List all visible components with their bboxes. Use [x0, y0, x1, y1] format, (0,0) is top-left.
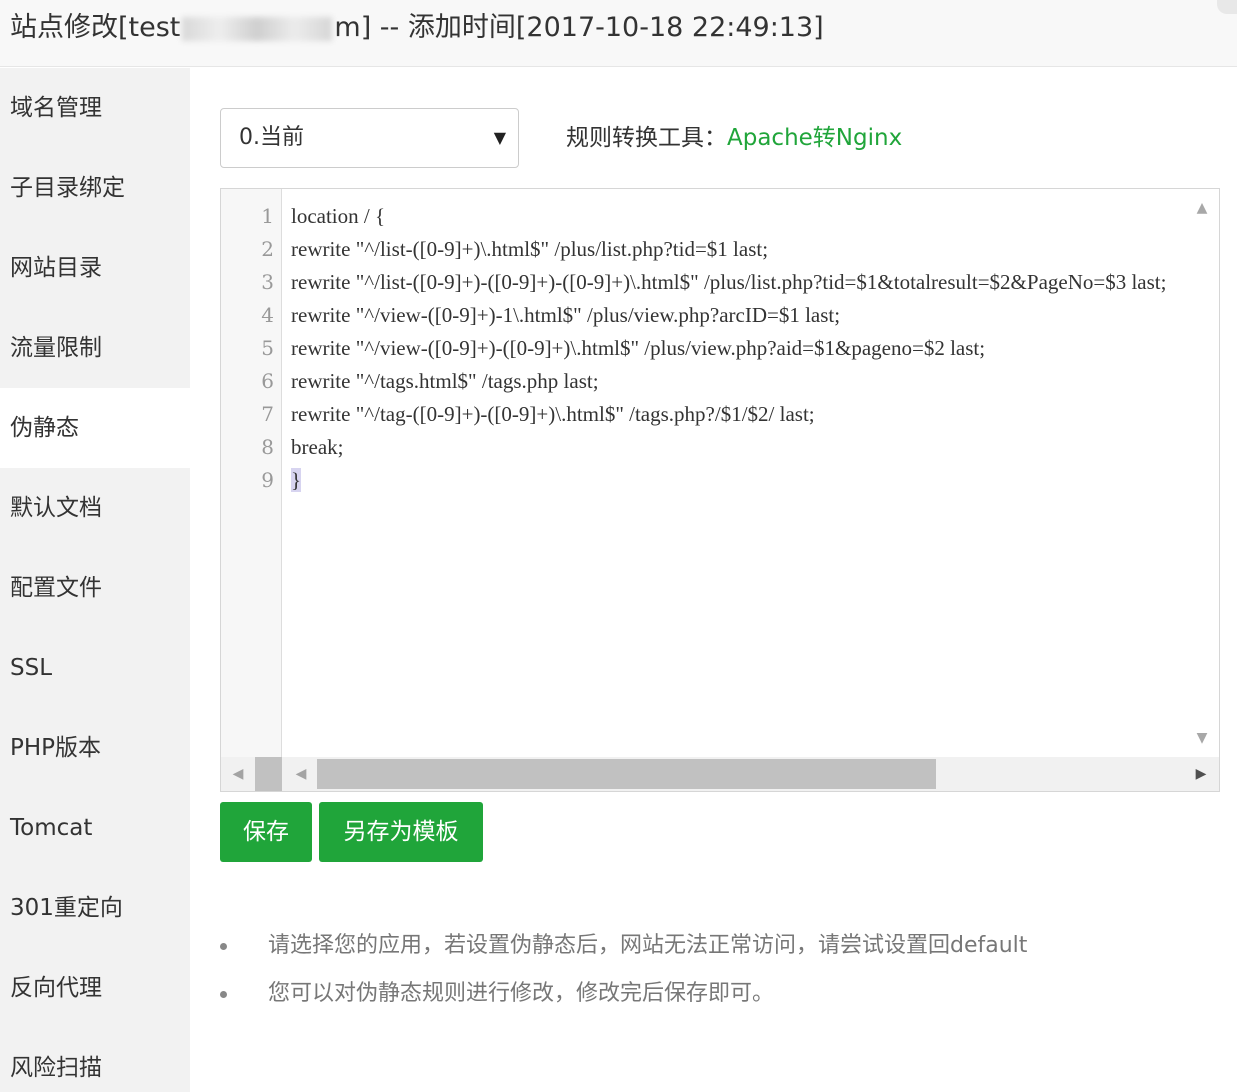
horizontal-scrollbar[interactable]: ◀ ◀ ▶	[221, 757, 1219, 791]
sidebar-item-tomcat[interactable]: Tomcat	[0, 788, 190, 868]
line-number: 9	[261, 468, 274, 492]
line-number: 2	[261, 237, 274, 261]
bullet-icon	[220, 943, 227, 950]
sidebar-item-rewrite[interactable]: 伪静态	[0, 388, 190, 468]
sidebar-item-subdir-binding[interactable]: 子目录绑定	[0, 148, 190, 228]
line-number: 4	[261, 303, 274, 327]
sidebar-item-risk-scan[interactable]: 风险扫描	[0, 1028, 190, 1092]
matched-brace: }	[291, 468, 302, 492]
code-line[interactable]: break;	[291, 431, 1186, 464]
help-note-text: 请选择您的应用，若设置伪静态后，网站无法正常访问，请尝试设置回default	[268, 933, 1028, 958]
main-panel: 0.当前 ▼ 规则转换工具：Apache转Nginx 1 2 3 4 5 6 7…	[190, 68, 1237, 1092]
code-content[interactable]: location / { rewrite "^/list-([0-9]+)\.h…	[291, 200, 1186, 755]
close-corner[interactable]	[1217, 0, 1237, 14]
help-note-text: 您可以对伪静态规则进行修改，修改完后保存即可。	[268, 981, 775, 1006]
help-note: 请选择您的应用，若设置伪静态后，网站无法正常访问，请尝试设置回default	[220, 930, 1220, 978]
sidebar-item-ssl[interactable]: SSL	[0, 628, 190, 708]
window-title-suffix: m] -- 添加时间[2017-10-18 22:49:13]	[334, 12, 824, 43]
code-line[interactable]: rewrite "^/tags.html$" /tags.php last;	[291, 365, 1186, 398]
save-as-template-button[interactable]: 另存为模板	[319, 802, 483, 862]
code-line[interactable]: rewrite "^/list-([0-9]+)-([0-9]+)-([0-9]…	[291, 266, 1186, 299]
window-title: 站点修改[test m] -- 添加时间[2017-10-18 22:49:13]	[0, 0, 1237, 67]
scroll-up-icon[interactable]: ▲	[1185, 193, 1219, 223]
scroll-down-icon[interactable]: ▼	[1185, 723, 1219, 753]
caret-down-icon: ▼	[493, 128, 506, 147]
line-number: 1	[261, 204, 274, 228]
line-number: 6	[261, 369, 274, 393]
scroll-right-icon[interactable]: ▶	[1187, 757, 1215, 791]
bullet-icon	[220, 991, 227, 998]
help-note: 您可以对伪静态规则进行修改，修改完后保存即可。	[220, 978, 1220, 1026]
sidebar-item-redirect-301[interactable]: 301重定向	[0, 868, 190, 948]
line-number: 5	[261, 336, 274, 360]
help-notes: 请选择您的应用，若设置伪静态后，网站无法正常访问，请尝试设置回default 您…	[220, 930, 1220, 1026]
apache-to-nginx-link[interactable]: Apache转Nginx	[727, 125, 902, 151]
line-number: 8	[261, 435, 274, 459]
gutter-scroll-thumb[interactable]	[255, 757, 282, 791]
sidebar-item-default-doc[interactable]: 默认文档	[0, 468, 190, 548]
code-line[interactable]: location / {	[291, 200, 1186, 233]
sidebar-item-php-version[interactable]: PHP版本	[0, 708, 190, 788]
sidebar-item-config-file[interactable]: 配置文件	[0, 548, 190, 628]
gutter-scroll-left-icon[interactable]: ◀	[221, 757, 255, 791]
code-line[interactable]: rewrite "^/view-([0-9]+)-1\.html$" /plus…	[291, 299, 1186, 332]
scroll-thumb[interactable]	[317, 759, 936, 789]
rule-convert-label: 规则转换工具：	[566, 125, 727, 151]
rule-convert-tool: 规则转换工具：Apache转Nginx	[566, 120, 902, 156]
line-number: 3	[261, 270, 274, 294]
vertical-scrollbar[interactable]: ▲ ▼	[1185, 189, 1219, 757]
line-number-gutter: 1 2 3 4 5 6 7 8 9	[221, 189, 282, 757]
save-button[interactable]: 保存	[220, 802, 312, 862]
code-line[interactable]: rewrite "^/tag-([0-9]+)-([0-9]+)\.html$"…	[291, 398, 1186, 431]
sidebar-item-reverse-proxy[interactable]: 反向代理	[0, 948, 190, 1028]
code-line-last[interactable]: }	[291, 464, 1186, 497]
sidebar-item-domain[interactable]: 域名管理	[0, 68, 190, 148]
line-number: 7	[261, 402, 274, 426]
rule-select[interactable]: 0.当前 ▼	[220, 108, 519, 168]
window-title-prefix: 站点修改[test	[10, 12, 181, 43]
sidebar-item-site-directory[interactable]: 网站目录	[0, 228, 190, 308]
sidebar-item-traffic-limit[interactable]: 流量限制	[0, 308, 190, 388]
scroll-left-icon[interactable]: ◀	[287, 757, 315, 791]
code-line[interactable]: rewrite "^/list-([0-9]+)\.html$" /plus/l…	[291, 233, 1186, 266]
sidebar: 域名管理 子目录绑定 网站目录 流量限制 伪静态 默认文档 配置文件 SSL P…	[0, 68, 190, 1092]
rule-select-value: 0.当前	[239, 125, 304, 150]
code-line[interactable]: rewrite "^/view-([0-9]+)-([0-9]+)\.html$…	[291, 332, 1186, 365]
redacted-domain	[182, 16, 333, 41]
code-editor[interactable]: 1 2 3 4 5 6 7 8 9 location / { rewrite "…	[220, 188, 1220, 792]
